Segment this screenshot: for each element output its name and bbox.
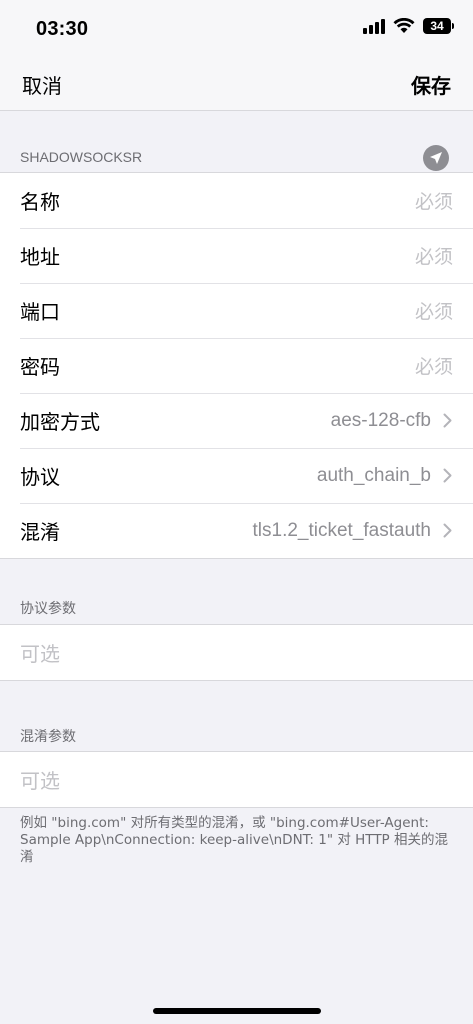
password-input[interactable]: 必须 <box>415 352 453 379</box>
chevron-right-icon <box>443 413 453 428</box>
protocol-label: 协议 <box>20 465 60 489</box>
obfs-params-input[interactable]: 可选 <box>0 752 473 807</box>
port-input[interactable]: 必须 <box>415 297 453 324</box>
chevron-right-icon <box>443 523 453 538</box>
obfuscation-label: 混淆 <box>20 520 60 544</box>
protocol-value: auth_chain_b <box>316 464 431 486</box>
port-row[interactable]: 端口 必须 <box>0 283 473 338</box>
obfs-params-group: 可选 <box>0 751 473 808</box>
name-row[interactable]: 名称 必须 <box>0 173 473 228</box>
battery-level: 34 <box>430 19 444 33</box>
encryption-method-value: aes-128-cfb <box>330 409 431 431</box>
cancel-button[interactable]: 取消 <box>22 70 62 99</box>
port-label: 端口 <box>20 300 60 324</box>
encryption-method-label: 加密方式 <box>20 410 100 434</box>
status-time: 03:30 <box>36 18 89 40</box>
wifi-icon <box>393 18 415 34</box>
server-section-header: SHADOWSOCKSR <box>20 149 143 165</box>
protocol-row[interactable]: 协议 auth_chain_b <box>0 448 473 503</box>
status-icons: 34 <box>363 18 454 34</box>
encryption-method-row[interactable]: 加密方式 aes-128-cfb <box>0 393 473 448</box>
status-bar: 03:30 34 <box>0 0 473 56</box>
name-label: 名称 <box>20 190 60 214</box>
address-input[interactable]: 必须 <box>415 242 453 269</box>
address-row[interactable]: 地址 必须 <box>0 228 473 283</box>
battery-icon: 34 <box>423 18 454 34</box>
protocol-params-input[interactable]: 可选 <box>0 625 473 680</box>
password-row[interactable]: 密码 必须 <box>0 338 473 393</box>
protocol-params-header: 协议参数 <box>20 601 76 617</box>
obfuscation-row[interactable]: 混淆 tls1.2_ticket_fastauth <box>0 503 473 558</box>
obfuscation-value: tls1.2_ticket_fastauth <box>252 519 432 541</box>
send-location-icon[interactable] <box>423 145 449 171</box>
address-label: 地址 <box>20 245 60 269</box>
cellular-signal-icon <box>363 18 385 34</box>
save-button[interactable]: 保存 <box>411 70 451 99</box>
home-indicator[interactable] <box>153 1008 321 1014</box>
password-label: 密码 <box>20 355 60 379</box>
name-input[interactable]: 必须 <box>415 187 453 214</box>
chevron-right-icon <box>443 468 453 483</box>
protocol-params-group: 可选 <box>0 624 473 681</box>
obfs-params-header: 混淆参数 <box>20 729 76 745</box>
server-settings-group: 名称 必须 地址 必须 端口 必须 密码 必须 加密方式 aes-128-cfb… <box>0 172 473 559</box>
navigation-bar: 取消 保存 <box>0 56 473 111</box>
obfs-params-note: 例如 "bing.com" 对所有类型的混淆，或 "bing.com#User-… <box>20 815 448 865</box>
